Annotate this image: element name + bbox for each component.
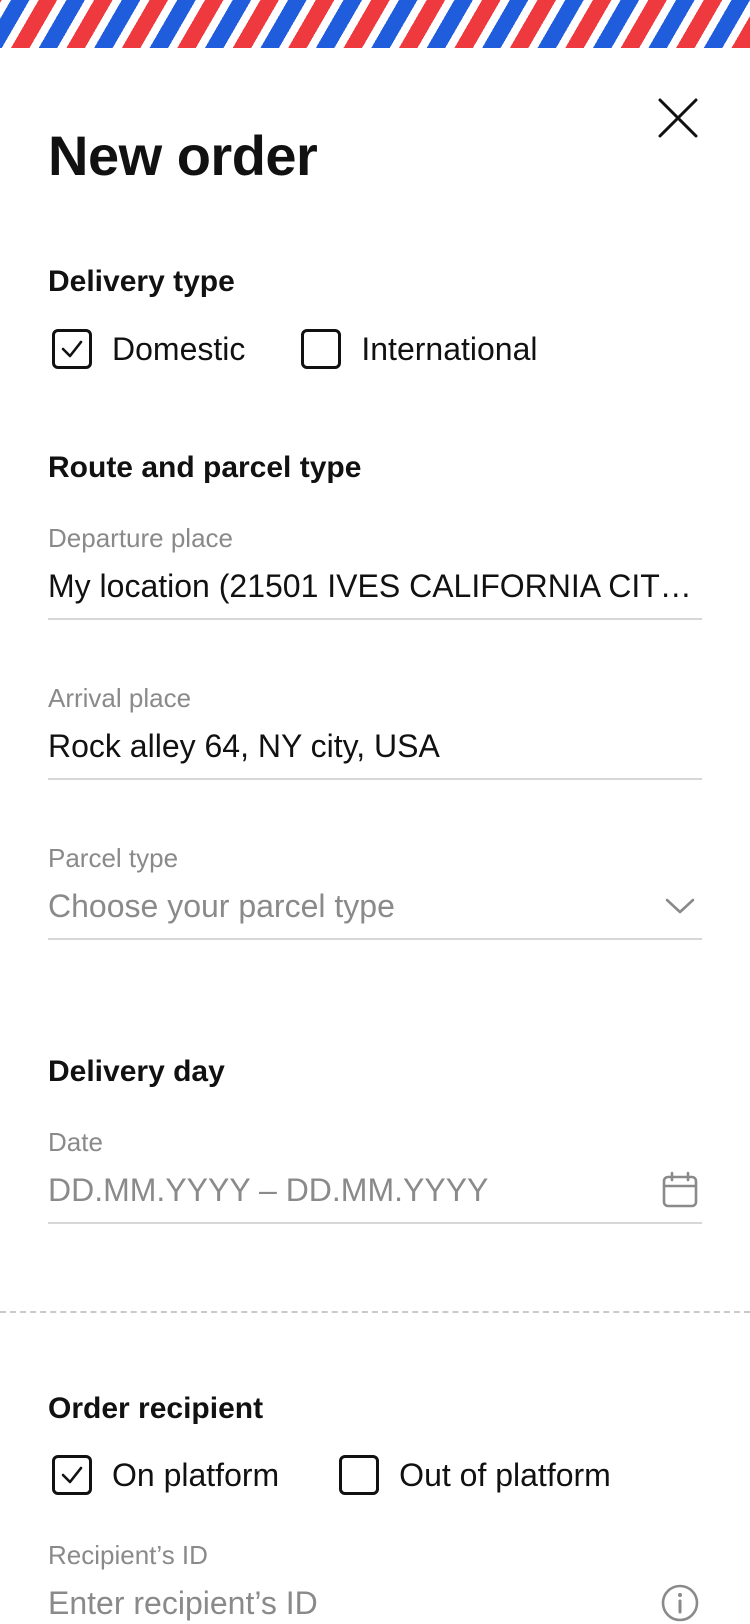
calendar-icon[interactable] — [658, 1168, 702, 1212]
delivery-day-heading: Delivery day — [48, 1055, 225, 1088]
delivery-type-options: Domestic International — [48, 327, 537, 371]
recipient-id-input-row[interactable]: Enter recipient’s ID — [48, 1581, 702, 1624]
departure-label: Departure place — [48, 523, 233, 553]
out-of-platform-option[interactable]: Out of platform — [335, 1455, 611, 1495]
departure-input[interactable]: My location (21501 IVES CALIFORNIA CITY.… — [48, 566, 702, 616]
international-label: International — [361, 331, 538, 367]
info-icon[interactable] — [658, 1581, 702, 1624]
recipient-id-input[interactable]: Enter recipient’s ID — [48, 1583, 658, 1624]
parcel-type-placeholder[interactable]: Choose your parcel type — [48, 886, 658, 936]
parcel-type-label: Parcel type — [48, 843, 179, 873]
checkmark-icon — [61, 340, 83, 358]
arrival-label: Arrival place — [48, 683, 192, 713]
out-of-platform-checkbox[interactable] — [339, 1455, 380, 1495]
chevron-down-icon[interactable] — [658, 884, 702, 928]
arrival-input-row[interactable]: Rock alley 64, NY city, USA — [48, 724, 702, 780]
parcel-type-field[interactable]: Parcel type Choose your parcel type — [48, 842, 702, 940]
date-input[interactable]: DD.MM.YYYY – DD.MM.YYYY — [48, 1170, 658, 1220]
domestic-option[interactable]: Domestic — [48, 329, 245, 369]
section-divider — [0, 1311, 750, 1313]
route-heading: Route and parcel type — [48, 451, 362, 484]
page-title: New order — [48, 124, 318, 187]
domestic-checkbox[interactable] — [52, 329, 92, 369]
arrival-field[interactable]: Arrival place Rock alley 64, NY city, US… — [48, 682, 702, 780]
order-recipient-heading: Order recipient — [48, 1392, 264, 1425]
checkmark-icon — [61, 1466, 83, 1484]
out-of-platform-label: Out of platform — [399, 1457, 611, 1493]
date-label: Date — [48, 1127, 103, 1157]
on-platform-label: On platform — [112, 1457, 280, 1493]
international-checkbox[interactable] — [301, 329, 342, 369]
parcel-type-select[interactable]: Choose your parcel type — [48, 884, 702, 940]
on-platform-checkbox[interactable] — [52, 1455, 92, 1495]
arrival-input[interactable]: Rock alley 64, NY city, USA — [48, 726, 702, 776]
international-option[interactable]: International — [297, 329, 537, 369]
domestic-label: Domestic — [112, 331, 246, 367]
recipient-id-field[interactable]: Recipient’s ID Enter recipient’s ID — [48, 1539, 702, 1624]
recipient-options: On platform Out of platform — [48, 1453, 611, 1497]
recipient-id-label: Recipient’s ID — [48, 1540, 208, 1570]
close-button[interactable] — [656, 96, 700, 140]
close-icon — [658, 98, 698, 138]
on-platform-option[interactable]: On platform — [48, 1455, 279, 1495]
airmail-stripe-decoration — [0, 0, 750, 48]
date-field[interactable]: Date DD.MM.YYYY – DD.MM.YYYY — [48, 1126, 702, 1224]
delivery-type-heading: Delivery type — [48, 265, 235, 298]
date-input-row[interactable]: DD.MM.YYYY – DD.MM.YYYY — [48, 1168, 702, 1224]
departure-input-row[interactable]: My location (21501 IVES CALIFORNIA CITY.… — [48, 564, 702, 620]
departure-field[interactable]: Departure place My location (21501 IVES … — [48, 522, 702, 620]
